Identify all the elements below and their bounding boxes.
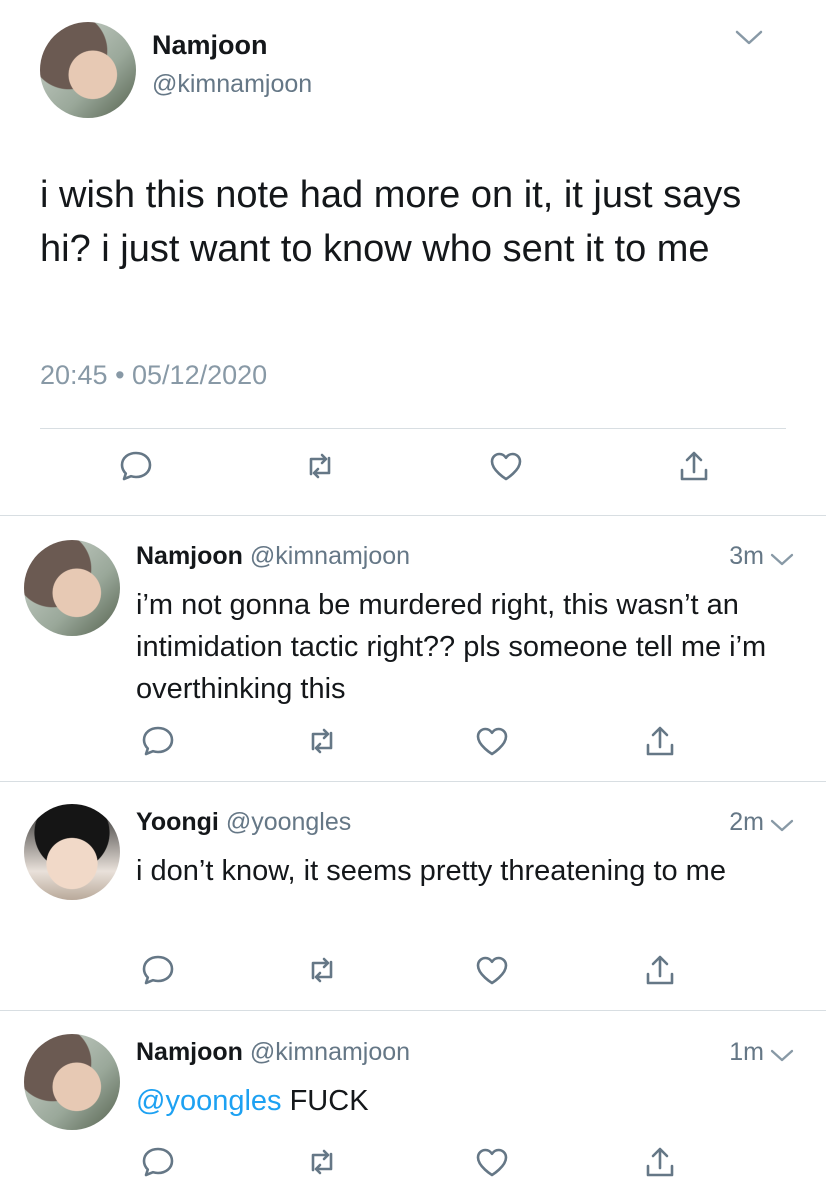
mention-link[interactable]: @yoongles bbox=[136, 1085, 282, 1117]
reply-text-body: FUCK bbox=[281, 1085, 369, 1117]
like-button[interactable] bbox=[474, 723, 510, 759]
reply-text: i don’t know, it seems pretty threatenin… bbox=[136, 855, 726, 887]
speech-bubble-icon bbox=[142, 726, 174, 756]
retweet-icon bbox=[311, 957, 333, 983]
like-button[interactable] bbox=[474, 1144, 510, 1180]
avatar[interactable] bbox=[24, 1034, 120, 1130]
reply-button[interactable] bbox=[140, 952, 176, 988]
reply-text: i’m not gonna be murdered right, this wa… bbox=[136, 589, 767, 705]
display-name[interactable]: Namjoon bbox=[152, 30, 268, 61]
reply-header: Yoongi @yoongles bbox=[136, 808, 351, 837]
speech-bubble-icon bbox=[142, 1147, 174, 1177]
speech-bubble-icon bbox=[120, 451, 152, 481]
user-handle[interactable]: @kimnamjoon bbox=[152, 70, 312, 99]
divider bbox=[40, 428, 786, 429]
share-icon bbox=[646, 955, 674, 985]
reply-button[interactable] bbox=[118, 448, 154, 484]
reply-header: Namjoon @kimnamjoon bbox=[136, 542, 410, 571]
chevron-down-icon[interactable] bbox=[734, 28, 764, 48]
reply-actions bbox=[0, 1144, 826, 1190]
retweet-button[interactable] bbox=[302, 448, 338, 484]
retweet-icon bbox=[311, 728, 333, 754]
reply-time: 3m bbox=[729, 542, 764, 570]
user-handle[interactable]: @kimnamjoon bbox=[250, 1038, 410, 1066]
share-button[interactable] bbox=[642, 952, 678, 988]
share-button[interactable] bbox=[642, 1144, 678, 1180]
display-name[interactable]: Yoongi bbox=[136, 808, 219, 836]
tweet-timestamp: 20:45 • 05/12/2020 bbox=[40, 360, 268, 390]
chevron-down-icon[interactable] bbox=[770, 818, 794, 834]
user-handle[interactable]: @kimnamjoon bbox=[250, 542, 410, 570]
share-button[interactable] bbox=[642, 723, 678, 759]
reply-button[interactable] bbox=[140, 723, 176, 759]
avatar[interactable] bbox=[24, 540, 120, 636]
reply-actions bbox=[0, 952, 826, 998]
display-name[interactable]: Namjoon bbox=[136, 542, 243, 570]
retweet-button[interactable] bbox=[304, 723, 340, 759]
retweet-button[interactable] bbox=[304, 952, 340, 988]
speech-bubble-icon bbox=[142, 955, 174, 985]
tweet-text: i wish this note had more on it, it just… bbox=[40, 174, 742, 270]
divider bbox=[0, 515, 826, 516]
like-button[interactable] bbox=[488, 448, 524, 484]
heart-icon bbox=[476, 956, 508, 985]
heart-icon bbox=[490, 452, 522, 481]
divider bbox=[0, 1010, 826, 1011]
avatar[interactable] bbox=[24, 804, 120, 900]
reply-time: 1m bbox=[729, 1038, 764, 1066]
reply-text: @yoongles FUCK bbox=[136, 1080, 806, 1122]
heart-icon bbox=[476, 727, 508, 756]
share-button[interactable] bbox=[676, 448, 712, 484]
avatar[interactable] bbox=[40, 22, 136, 118]
reply-actions bbox=[0, 723, 826, 769]
tweet-actions bbox=[0, 448, 826, 494]
user-handle[interactable]: @yoongles bbox=[226, 808, 351, 836]
chevron-down-icon[interactable] bbox=[770, 552, 794, 568]
reply-button[interactable] bbox=[140, 1144, 176, 1180]
share-icon bbox=[646, 1147, 674, 1177]
chevron-down-icon[interactable] bbox=[770, 1048, 794, 1064]
retweet-icon bbox=[311, 1149, 333, 1175]
share-icon bbox=[680, 451, 708, 481]
retweet-button[interactable] bbox=[304, 1144, 340, 1180]
divider bbox=[0, 781, 826, 782]
display-name[interactable]: Namjoon bbox=[136, 1038, 243, 1066]
retweet-icon bbox=[309, 453, 331, 479]
share-icon bbox=[646, 726, 674, 756]
reply-time: 2m bbox=[729, 808, 764, 836]
like-button[interactable] bbox=[474, 952, 510, 988]
reply-header: Namjoon @kimnamjoon bbox=[136, 1038, 410, 1067]
heart-icon bbox=[476, 1148, 508, 1177]
